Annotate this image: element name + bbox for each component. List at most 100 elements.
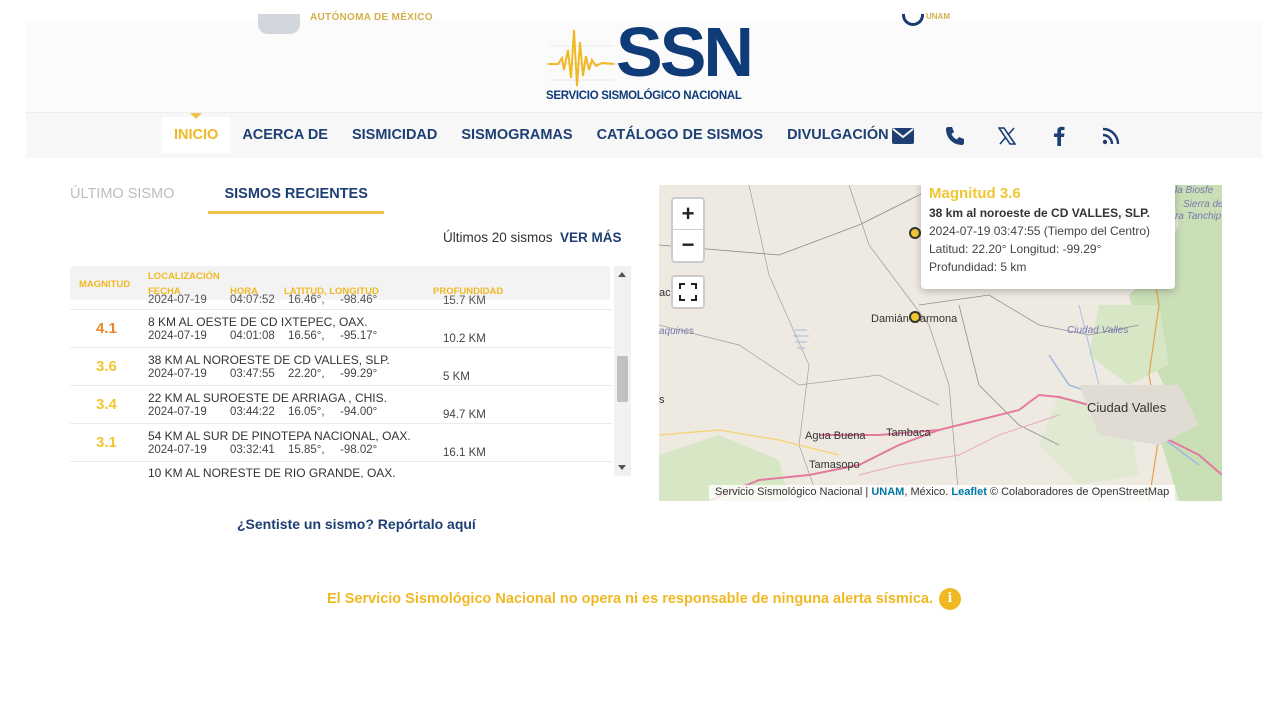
map-label-tambaca: Tambaca [886,427,931,439]
map-label-s: s [659,394,665,406]
attribution-osm[interactable]: © Colaboradores de OpenStreetMap [990,486,1169,498]
table-row[interactable]: 2024-07-19 04:07:52 16.46°, -98.46° 15.7… [70,294,612,310]
unam-logo-text: AUTÓNOMA DE MÉXICO [310,12,433,23]
row-date: 2024-07-19 [148,444,207,456]
table-row[interactable]: 10 KM AL NORESTE DE RIO GRANDE, OAX. [70,462,612,478]
zoom-control: + − [671,197,705,263]
earthquake-marker[interactable] [909,311,921,323]
phone-icon[interactable] [942,123,968,149]
map-label-ciudad-valles: Ciudad Valles [1087,400,1167,415]
header-magnitud: MAGNITUD [79,279,131,290]
row-location: 38 KM AL NOROESTE DE CD VALLES, SLP. [148,353,390,367]
row-date: 2024-07-19 [148,330,207,342]
row-lon: -95.17° [340,330,378,342]
ssn-logo-subtitle: SERVICIO SISMOLÓGICO NACIONAL [546,90,742,102]
nav-item-acerca-de[interactable]: ACERCA DE [230,117,340,153]
table-row[interactable]: 4.1 8 KM AL OESTE DE CD IXTEPEC, OAX. 20… [70,310,612,348]
map-label-ciudad-valles-river: Ciudad Valles [1067,325,1129,336]
row-date: 2024-07-19 [148,294,207,306]
rss-icon[interactable] [1098,123,1124,149]
sismos-tabs: ÚLTIMO SISMO SISMOS RECIENTES [70,182,384,214]
row-time: 04:07:52 [230,294,275,306]
nav-item-inicio[interactable]: INICIO [162,113,231,153]
x-icon[interactable] [994,123,1020,149]
disclaimer-text: El Servicio Sismológico Nacional no oper… [327,591,933,607]
scroll-up-icon[interactable] [618,272,626,277]
nav-item-label: INICIO [174,127,219,143]
zoom-in-button[interactable]: + [673,199,703,230]
row-location: 22 KM AL SUROESTE DE ARRIAGA , CHIS. [148,391,387,405]
row-depth: 5 KM [443,371,470,383]
nav-item-sismicidad[interactable]: SISMICIDAD [340,117,449,153]
social-links [890,123,1124,149]
ver-mas-link[interactable]: VER MÁS [560,230,622,245]
row-magnitude: 3.4 [96,396,117,413]
site-header: AUTÓNOMA DE MÉXICO UNAM SSN SERVICIO SIS… [26,12,1262,158]
attribution-mexico: , México. [904,486,949,498]
tab-sismos-recientes[interactable]: SISMOS RECIENTES [208,182,384,214]
active-caret-icon [190,113,203,119]
facebook-icon[interactable] [1046,123,1072,149]
popup-depth: Profundidad: 5 km [929,260,1027,274]
attribution-leaflet[interactable]: Leaflet [951,486,986,498]
main-nav: INICIO ACERCA DE SISMICIDAD SISMOGRAMAS … [162,113,901,153]
map-attribution: Servicio Sismológico Nacional | UNAM, Mé… [709,485,1176,501]
unam-logo[interactable]: AUTÓNOMA DE MÉXICO [258,12,433,34]
nav-item-sismogramas[interactable]: SISMOGRAMAS [449,117,584,153]
row-lon: -98.02° [340,444,378,456]
map-label-tanchip: ra Tanchip [1175,211,1222,222]
popup-location: 38 km al noroeste de CD VALLES, SLP. [929,206,1150,220]
map-label-sierra: Sierra del [1183,199,1222,210]
row-lat: 22.20°, [288,368,325,380]
fullscreen-icon [679,283,697,301]
popup-datetime: 2024-07-19 03:47:55 (Tiempo del Centro) [929,224,1151,238]
row-magnitude: 3.1 [96,434,117,451]
table-row[interactable]: 3.1 54 KM AL SUR DE PINOTEPA NACIONAL, O… [70,424,612,462]
unam-seal-icon [258,14,300,34]
table-row[interactable]: 3.4 22 KM AL SUROESTE DE ARRIAGA , CHIS.… [70,386,612,424]
logo-arc-icon [902,14,924,26]
popup-title: Magnitud 3.6 [929,185,1021,202]
row-lat: 16.05°, [288,406,325,418]
info-icon[interactable]: i [938,588,961,610]
map-label-biosfera: la Biosfe [1175,185,1214,196]
row-depth: 10.2 KM [443,333,486,345]
fullscreen-button[interactable] [671,275,705,309]
page: AUTÓNOMA DE MÉXICO UNAM SSN SERVICIO SIS… [0,0,1280,720]
table-row[interactable]: 3.6 38 KM AL NOROESTE DE CD VALLES, SLP.… [70,348,612,386]
row-magnitude: 3.6 [96,358,117,375]
row-depth: 15.7 KM [443,295,486,307]
nav-bar: INICIO ACERCA DE SISMICIDAD SISMOGRAMAS … [26,112,1262,158]
attribution-unam[interactable]: UNAM [871,486,904,498]
earthquake-map[interactable]: + − la Biosfe Sierra del ra Tanchip ac a… [659,185,1222,501]
recent-count-text: Últimos 20 sismos [443,230,553,245]
table-rows: 2024-07-19 04:07:52 16.46°, -98.46° 15.7… [70,294,612,478]
report-earthquake-link[interactable]: ¿Sentiste un sismo? Repórtalo aquí [237,516,476,532]
nav-item-catalogo[interactable]: CATÁLOGO DE SISMOS [585,117,776,153]
row-lat: 16.46°, [288,294,325,306]
row-date: 2024-07-19 [148,406,207,418]
scroll-down-icon[interactable] [618,465,626,470]
ssn-logo[interactable]: SSN SERVICIO SISMOLÓGICO NACIONAL [544,13,764,106]
row-time: 04:01:08 [230,330,275,342]
row-lat: 15.85°, [288,444,325,456]
right-logo[interactable]: UNAM [902,12,950,26]
row-location: 8 KM AL OESTE DE CD IXTEPEC, OAX. [148,315,368,329]
zoom-out-button[interactable]: − [673,230,703,261]
ssn-logo-word: SSN [616,13,754,91]
scroll-thumb[interactable] [617,356,628,402]
alert-disclaimer: El Servicio Sismológico Nacional no oper… [327,588,961,610]
map-label-aquines: aquines [659,326,695,337]
nav-item-divulgacion[interactable]: DIVULGACIÓN [775,117,901,153]
row-location: 54 KM AL SUR DE PINOTEPA NACIONAL, OAX. [148,429,411,443]
map-label-tamasopo: Tamasopo [809,459,860,471]
row-date: 2024-07-19 [148,368,207,380]
earthquake-marker[interactable] [909,227,921,239]
mail-icon[interactable] [890,123,916,149]
row-lon: -98.46° [340,294,378,306]
earthquake-table[interactable]: MAGNITUD LOCALIZACIÓN FECHA HORA LATITUD… [70,264,633,478]
table-scrollbar[interactable] [614,266,631,476]
attribution-ssn[interactable]: Servicio Sismológico Nacional [715,486,862,498]
tab-ultimo-sismo[interactable]: ÚLTIMO SISMO [70,182,174,214]
attribution-separator: | [865,486,869,498]
